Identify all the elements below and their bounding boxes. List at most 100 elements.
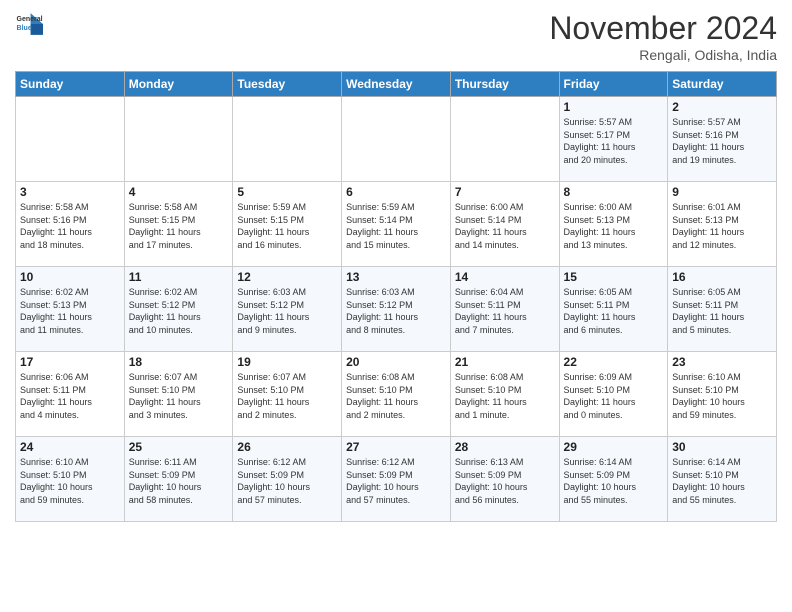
- day-info: Sunrise: 6:07 AM Sunset: 5:10 PM Dayligh…: [237, 371, 337, 421]
- day-cell: 2Sunrise: 5:57 AM Sunset: 5:16 PM Daylig…: [668, 97, 777, 182]
- day-number: 24: [20, 440, 120, 454]
- week-row-4: 17 Sunrise: 6:06 AM Sunset: 5:11 PM Dayli…: [16, 352, 777, 437]
- day-info: Sunrise: 6:13 AM Sunset: 5:09 PM Dayligh…: [455, 456, 555, 506]
- day-cell: 29 Sunrise: 6:14 AM Sunset: 5:09 PM Dayli…: [559, 437, 668, 522]
- day-info: Sunrise: 6:06 AM Sunset: 5:11 PM Dayligh…: [20, 371, 120, 421]
- col-header-monday: Monday: [124, 72, 233, 97]
- day-cell: 28 Sunrise: 6:13 AM Sunset: 5:09 PM Dayli…: [450, 437, 559, 522]
- day-cell: [342, 97, 451, 182]
- day-cell: [233, 97, 342, 182]
- day-number: 30: [672, 440, 772, 454]
- day-info: Sunrise: 6:14 AM Sunset: 5:09 PM Dayligh…: [564, 456, 664, 506]
- day-number: 11: [129, 270, 229, 284]
- day-cell: 8Sunrise: 6:00 AM Sunset: 5:13 PM Daylig…: [559, 182, 668, 267]
- calendar-table: SundayMondayTuesdayWednesdayThursdayFrid…: [15, 71, 777, 522]
- day-info: Sunrise: 6:01 AM Sunset: 5:13 PM Dayligh…: [672, 201, 772, 251]
- day-cell: [450, 97, 559, 182]
- day-cell: 20 Sunrise: 6:08 AM Sunset: 5:10 PM Dayli…: [342, 352, 451, 437]
- day-number: 23: [672, 355, 772, 369]
- col-header-saturday: Saturday: [668, 72, 777, 97]
- day-number: 18: [129, 355, 229, 369]
- day-number: 13: [346, 270, 446, 284]
- day-number: 29: [564, 440, 664, 454]
- col-header-sunday: Sunday: [16, 72, 125, 97]
- day-cell: 4 Sunrise: 5:58 AM Sunset: 5:15 PM Daylig…: [124, 182, 233, 267]
- day-info: Sunrise: 5:59 AM Sunset: 5:14 PM Dayligh…: [346, 201, 446, 251]
- day-number: 27: [346, 440, 446, 454]
- day-info: Sunrise: 5:59 AM Sunset: 5:15 PM Dayligh…: [237, 201, 337, 251]
- col-header-wednesday: Wednesday: [342, 72, 451, 97]
- col-header-friday: Friday: [559, 72, 668, 97]
- day-cell: 15 Sunrise: 6:05 AM Sunset: 5:11 PM Dayli…: [559, 267, 668, 352]
- day-info: Sunrise: 6:08 AM Sunset: 5:10 PM Dayligh…: [455, 371, 555, 421]
- day-cell: 17 Sunrise: 6:06 AM Sunset: 5:11 PM Dayli…: [16, 352, 125, 437]
- week-row-3: 10 Sunrise: 6:02 AM Sunset: 5:13 PM Dayli…: [16, 267, 777, 352]
- day-number: 5: [237, 185, 337, 199]
- day-info: Sunrise: 6:10 AM Sunset: 5:10 PM Dayligh…: [20, 456, 120, 506]
- day-number: 2: [672, 100, 772, 114]
- day-number: 12: [237, 270, 337, 284]
- day-info: Sunrise: 6:02 AM Sunset: 5:13 PM Dayligh…: [20, 286, 120, 336]
- day-number: 28: [455, 440, 555, 454]
- col-header-tuesday: Tuesday: [233, 72, 342, 97]
- day-info: Sunrise: 6:02 AM Sunset: 5:12 PM Dayligh…: [129, 286, 229, 336]
- day-info: Sunrise: 6:03 AM Sunset: 5:12 PM Dayligh…: [237, 286, 337, 336]
- day-cell: 10 Sunrise: 6:02 AM Sunset: 5:13 PM Dayli…: [16, 267, 125, 352]
- day-cell: 7Sunrise: 6:00 AM Sunset: 5:14 PM Daylig…: [450, 182, 559, 267]
- day-cell: [124, 97, 233, 182]
- day-number: 19: [237, 355, 337, 369]
- title-block: November 2024 Rengali, Odisha, India: [549, 10, 777, 63]
- day-number: 8: [564, 185, 664, 199]
- day-cell: [16, 97, 125, 182]
- day-cell: 21 Sunrise: 6:08 AM Sunset: 5:10 PM Dayli…: [450, 352, 559, 437]
- day-info: Sunrise: 6:12 AM Sunset: 5:09 PM Dayligh…: [346, 456, 446, 506]
- day-info: Sunrise: 5:58 AM Sunset: 5:16 PM Dayligh…: [20, 201, 120, 251]
- day-cell: 26 Sunrise: 6:12 AM Sunset: 5:09 PM Dayli…: [233, 437, 342, 522]
- location: Rengali, Odisha, India: [549, 47, 777, 63]
- col-header-thursday: Thursday: [450, 72, 559, 97]
- day-info: Sunrise: 6:12 AM Sunset: 5:09 PM Dayligh…: [237, 456, 337, 506]
- day-cell: 22Sunrise: 6:09 AM Sunset: 5:10 PM Dayli…: [559, 352, 668, 437]
- day-number: 25: [129, 440, 229, 454]
- day-info: Sunrise: 6:00 AM Sunset: 5:14 PM Dayligh…: [455, 201, 555, 251]
- day-info: Sunrise: 6:04 AM Sunset: 5:11 PM Dayligh…: [455, 286, 555, 336]
- day-number: 6: [346, 185, 446, 199]
- day-cell: 5 Sunrise: 5:59 AM Sunset: 5:15 PM Daylig…: [233, 182, 342, 267]
- month-title: November 2024: [549, 10, 777, 47]
- header-row: SundayMondayTuesdayWednesdayThursdayFrid…: [16, 72, 777, 97]
- day-info: Sunrise: 6:11 AM Sunset: 5:09 PM Dayligh…: [129, 456, 229, 506]
- day-info: Sunrise: 6:05 AM Sunset: 5:11 PM Dayligh…: [564, 286, 664, 336]
- day-info: Sunrise: 5:58 AM Sunset: 5:15 PM Dayligh…: [129, 201, 229, 251]
- day-cell: 11 Sunrise: 6:02 AM Sunset: 5:12 PM Dayli…: [124, 267, 233, 352]
- day-number: 3: [20, 185, 120, 199]
- day-number: 20: [346, 355, 446, 369]
- day-info: Sunrise: 6:05 AM Sunset: 5:11 PM Dayligh…: [672, 286, 772, 336]
- day-cell: 18 Sunrise: 6:07 AM Sunset: 5:10 PM Dayli…: [124, 352, 233, 437]
- day-info: Sunrise: 6:08 AM Sunset: 5:10 PM Dayligh…: [346, 371, 446, 421]
- day-info: Sunrise: 6:03 AM Sunset: 5:12 PM Dayligh…: [346, 286, 446, 336]
- day-info: Sunrise: 5:57 AM Sunset: 5:17 PM Dayligh…: [564, 116, 664, 166]
- day-info: Sunrise: 6:07 AM Sunset: 5:10 PM Dayligh…: [129, 371, 229, 421]
- day-number: 22: [564, 355, 664, 369]
- svg-text:Blue: Blue: [17, 25, 32, 32]
- day-number: 9: [672, 185, 772, 199]
- day-cell: 12 Sunrise: 6:03 AM Sunset: 5:12 PM Dayli…: [233, 267, 342, 352]
- logo: General Blue: [15, 10, 43, 38]
- day-info: Sunrise: 6:14 AM Sunset: 5:10 PM Dayligh…: [672, 456, 772, 506]
- day-number: 17: [20, 355, 120, 369]
- day-number: 26: [237, 440, 337, 454]
- day-number: 4: [129, 185, 229, 199]
- day-cell: 9 Sunrise: 6:01 AM Sunset: 5:13 PM Daylig…: [668, 182, 777, 267]
- day-cell: 1 Sunrise: 5:57 AM Sunset: 5:17 PM Daylig…: [559, 97, 668, 182]
- day-cell: 13 Sunrise: 6:03 AM Sunset: 5:12 PM Dayli…: [342, 267, 451, 352]
- day-number: 1: [564, 100, 664, 114]
- day-number: 21: [455, 355, 555, 369]
- day-number: 14: [455, 270, 555, 284]
- week-row-2: 3 Sunrise: 5:58 AM Sunset: 5:16 PM Daylig…: [16, 182, 777, 267]
- svg-text:General: General: [17, 16, 43, 23]
- day-number: 10: [20, 270, 120, 284]
- day-cell: 14 Sunrise: 6:04 AM Sunset: 5:11 PM Dayli…: [450, 267, 559, 352]
- day-number: 15: [564, 270, 664, 284]
- day-cell: 25 Sunrise: 6:11 AM Sunset: 5:09 PM Dayli…: [124, 437, 233, 522]
- day-cell: 27 Sunrise: 6:12 AM Sunset: 5:09 PM Dayli…: [342, 437, 451, 522]
